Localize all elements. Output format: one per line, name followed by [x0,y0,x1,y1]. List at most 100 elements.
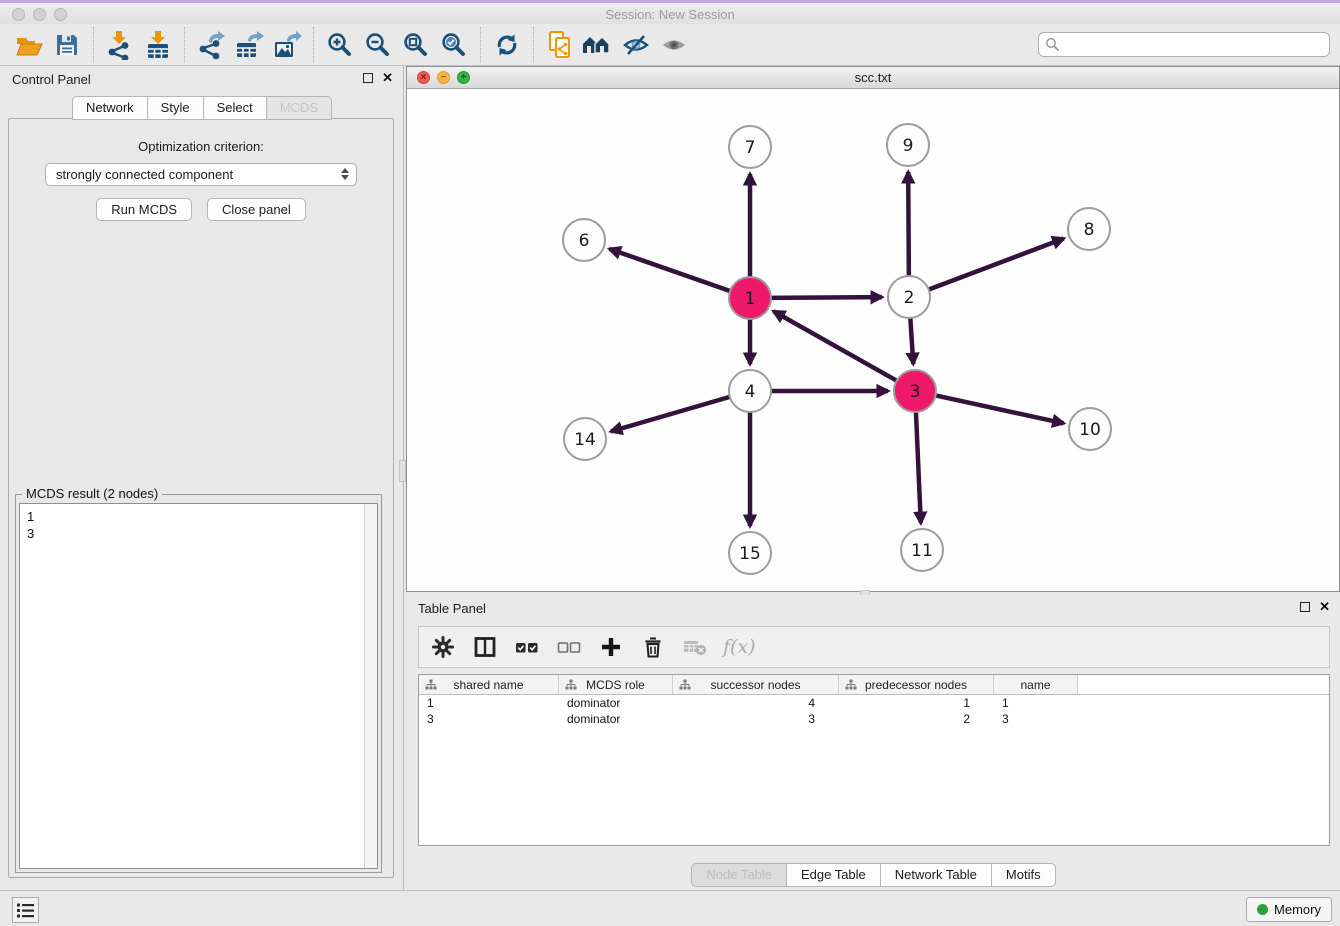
column-header-predecessor-nodes[interactable]: predecessor nodes [839,675,994,694]
save-session-icon[interactable] [48,27,86,63]
result-scrollbar[interactable] [364,504,377,868]
export-network-icon[interactable] [192,27,230,63]
network-canvas[interactable]: 7 9 6 8 1 2 4 3 14 10 15 11 [407,89,1339,591]
run-mcds-button[interactable]: Run MCDS [96,198,192,221]
select-all-columns-icon[interactable] [513,633,541,661]
graph-node-4[interactable]: 4 [729,370,771,412]
zoom-out-icon[interactable] [359,27,397,63]
cell-shared-name[interactable]: 3 [419,711,559,727]
graph-edge-2-8[interactable] [925,239,1064,291]
show-columns-icon[interactable] [471,633,499,661]
graph-node-14[interactable]: 14 [564,418,606,460]
float-table-panel-icon[interactable] [1300,602,1310,612]
close-panel-button[interactable]: Close panel [207,198,306,221]
graph-edge-2-3[interactable] [910,314,913,364]
column-header-successor-nodes[interactable]: successor nodes [673,675,839,694]
mcds-result-textarea[interactable]: 1 3 [19,503,378,869]
graph-edge-4-14[interactable] [611,396,734,432]
graph-node-7[interactable]: 7 [729,126,771,168]
import-table-icon[interactable] [139,27,177,63]
delete-column-trash-icon[interactable] [639,633,667,661]
zoom-fit-icon[interactable] [397,27,435,63]
window-title: Session: New Session [0,7,1340,22]
graph-node-1[interactable]: 1 [729,277,771,319]
open-session-icon[interactable] [10,27,48,63]
vertical-splitter-grip[interactable] [399,460,406,482]
cell-successor-nodes[interactable]: 4 [673,695,839,711]
table-row[interactable]: 1 dominator 4 1 1 [419,695,1329,711]
column-tree-icon [565,679,577,691]
column-header-mcds-role[interactable]: MCDS role [559,675,673,694]
graph-node-6[interactable]: 6 [563,219,605,261]
refresh-icon[interactable] [488,27,526,63]
graph-node-9[interactable]: 9 [887,124,929,166]
cell-predecessor-nodes[interactable]: 2 [839,711,994,727]
deselect-all-columns-icon[interactable] [555,633,583,661]
table-row[interactable]: 3 dominator 3 2 3 [419,711,1329,727]
tab-style[interactable]: Style [147,96,204,120]
control-panel-tabs: Network Style Select MCDS [0,96,403,120]
cell-name[interactable]: 1 [994,695,1078,711]
graph-edge-3-1[interactable] [774,311,901,382]
control-panel-title: Control Panel [12,72,91,87]
cell-shared-name[interactable]: 1 [419,695,559,711]
float-panel-icon[interactable] [363,73,373,83]
graph-edge-2-9[interactable] [908,172,909,280]
mcds-result-line: 3 [27,525,370,542]
svg-text:7: 7 [745,138,756,158]
cell-name[interactable]: 3 [994,711,1078,727]
cell-successor-nodes[interactable]: 3 [673,711,839,727]
tab-motifs[interactable]: Motifs [991,863,1056,887]
close-table-panel-icon[interactable]: ✕ [1319,602,1330,612]
table-settings-gear-icon[interactable] [429,633,457,661]
search-input[interactable] [1060,37,1323,52]
graph-edge-1-2[interactable] [767,297,882,298]
close-panel-icon[interactable]: ✕ [382,73,393,83]
create-column-plus-icon[interactable] [597,633,625,661]
column-header-shared-name[interactable]: shared name [419,675,559,694]
tab-select[interactable]: Select [203,96,267,120]
import-network-icon[interactable] [101,27,139,63]
table-panel-title: Table Panel [418,601,486,616]
graph-edge-1-6[interactable] [609,249,733,292]
duplicate-network-icon[interactable] [541,27,579,63]
zoom-in-icon[interactable] [321,27,359,63]
svg-text:3: 3 [910,382,921,402]
optimization-criterion-select[interactable]: strongly connected component [45,163,357,186]
column-header-name[interactable]: name [994,675,1078,694]
show-all-icon[interactable] [655,27,693,63]
graph-node-2[interactable]: 2 [888,276,930,318]
mcds-tab-content: Optimization criterion: strongly connect… [8,118,394,878]
export-table-icon[interactable] [230,27,268,63]
column-tree-icon [845,679,857,691]
memory-button[interactable]: Memory [1246,897,1332,922]
graph-edge-3-10[interactable] [932,395,1064,424]
graph-node-11[interactable]: 11 [901,529,943,571]
column-tree-icon [425,679,437,691]
zoom-selected-icon[interactable] [435,27,473,63]
task-history-button[interactable] [12,897,39,923]
tab-mcds[interactable]: MCDS [266,96,332,120]
graph-node-3[interactable]: 3 [894,370,936,412]
svg-text:9: 9 [903,136,914,156]
tab-node-table[interactable]: Node Table [691,863,787,887]
svg-text:8: 8 [1084,220,1095,240]
cell-mcds-role[interactable]: dominator [559,711,673,727]
tab-edge-table[interactable]: Edge Table [786,863,881,887]
cell-predecessor-nodes[interactable]: 1 [839,695,994,711]
cell-mcds-role[interactable]: dominator [559,695,673,711]
search-field[interactable] [1038,32,1330,57]
table-panel: Table Panel ✕ [406,595,1340,890]
graph-node-10[interactable]: 10 [1069,408,1111,450]
optimization-criterion-value: strongly connected component [56,167,233,182]
graph-node-8[interactable]: 8 [1068,208,1110,250]
hide-selected-icon[interactable] [617,27,655,63]
export-image-icon[interactable] [268,27,306,63]
graph-node-15[interactable]: 15 [729,532,771,574]
svg-text:15: 15 [739,544,761,564]
tab-network[interactable]: Network [72,96,148,120]
memory-label: Memory [1274,902,1321,917]
first-neighbors-icon[interactable] [579,27,617,63]
graph-edge-3-11[interactable] [916,408,921,523]
tab-network-table[interactable]: Network Table [880,863,992,887]
